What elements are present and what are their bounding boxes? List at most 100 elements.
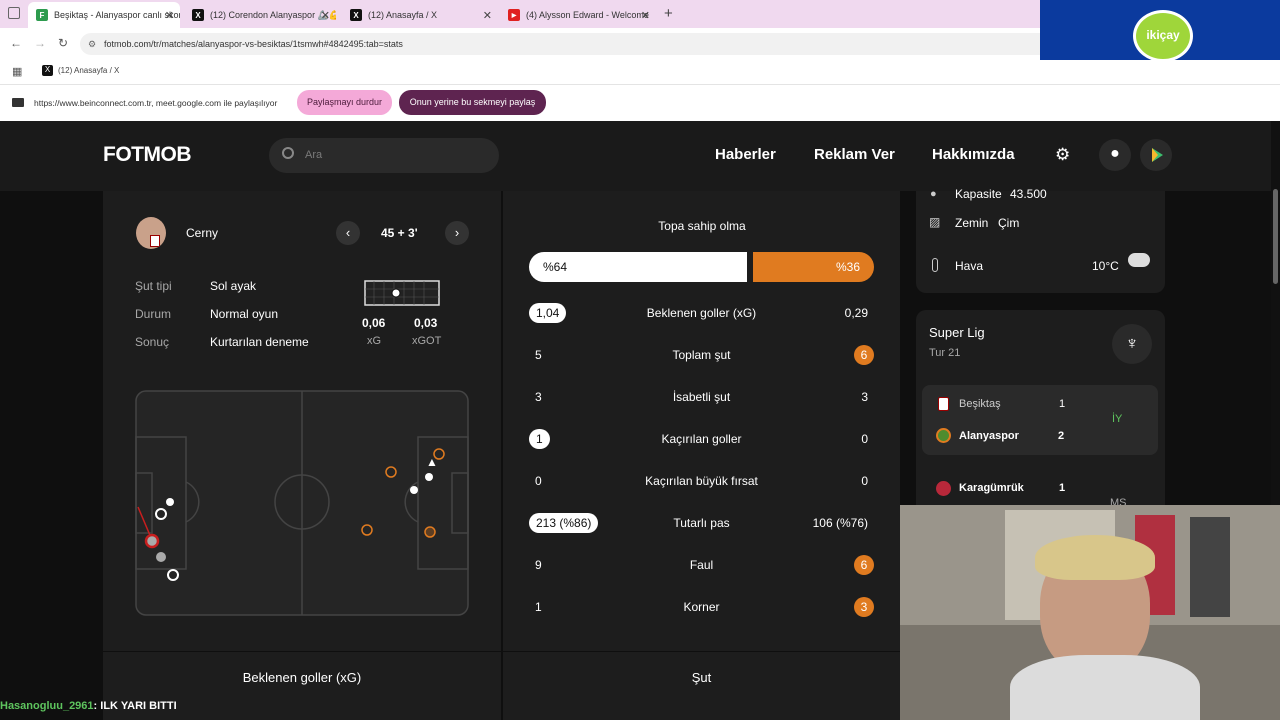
live-match-row[interactable]: [922, 385, 1158, 455]
x-favicon-icon: X: [192, 9, 204, 21]
capacity-icon: ●: [930, 188, 937, 200]
stat-row: Toplam şut 5 6: [529, 345, 874, 365]
tab-search-icon[interactable]: [8, 7, 20, 19]
result-value: Kurtarılan deneme: [210, 335, 309, 349]
sponsor-logo: ikiçay: [1146, 28, 1180, 42]
stat-row: Beklenen goller (xG) 1,04 0,29: [529, 303, 874, 323]
nav-about[interactable]: Hakkımızda: [932, 146, 1015, 163]
home-stat-value: 1: [529, 429, 550, 449]
site-header: [0, 121, 1280, 191]
site-info-icon[interactable]: ⚙: [88, 33, 96, 55]
close-icon[interactable]: ✕: [641, 9, 650, 22]
stat-label: Toplam şut: [672, 348, 731, 362]
stat-row: Faul 9 6: [529, 555, 874, 575]
xgot-label: xGOT: [412, 335, 442, 347]
youtube-favicon-icon: ▶: [508, 9, 520, 21]
home-team: Beşiktaş: [959, 398, 1001, 410]
stat-row: Tutarlı pas 213 (%86) 106 (%76): [529, 513, 874, 533]
away-stat-value: 3: [861, 390, 868, 404]
settings-gear-icon[interactable]: ⚙: [1055, 145, 1070, 165]
search-input[interactable]: Ara: [269, 138, 499, 173]
new-tab-icon[interactable]: +: [664, 5, 673, 22]
tab-title: Beşiktaş - Alanyaspor canlı skor: [54, 10, 180, 20]
surface-icon: ▨: [929, 215, 941, 229]
tab-title: (4) Alysson Edward - Welcome: [526, 10, 649, 20]
player-name: Cerny: [186, 226, 219, 240]
away-score: 2: [1058, 430, 1065, 442]
search-icon: [282, 147, 294, 159]
stat-row: İsabetli şut 3 3: [529, 387, 874, 407]
fotmob-logo[interactable]: FOTMOB: [103, 143, 191, 167]
shot-type-label: Şut tipi: [135, 279, 172, 293]
xg-section-title: Beklenen goller (xG): [242, 670, 362, 685]
thermometer-icon: [932, 258, 938, 272]
league-name[interactable]: Super Lig: [929, 325, 985, 340]
stop-sharing-button[interactable]: Paylaşmayı durdur: [297, 90, 392, 115]
shot-type-value: Sol ayak: [210, 279, 257, 293]
fotmob-favicon-icon: F: [36, 9, 48, 21]
away-stat-value: 106 (%76): [812, 516, 868, 530]
home-team: Karagümrük: [959, 482, 1024, 494]
nav-advertise[interactable]: Reklam Ver: [814, 146, 895, 163]
close-icon[interactable]: ✕: [483, 9, 492, 22]
possession-title: Topa sahip olma: [658, 219, 746, 233]
shot-marker: [156, 552, 166, 562]
capacity-value: 43.500: [1010, 187, 1047, 201]
pitch-shot-map: [135, 390, 469, 616]
apps-grid-icon[interactable]: ▦: [12, 65, 22, 78]
browser-tab[interactable]: F Beşiktaş - Alanyaspor canlı skor ✕: [28, 2, 180, 28]
possession-home-bar: %64: [529, 252, 747, 282]
goal-marker: [166, 498, 174, 506]
goal-marker: [425, 473, 433, 481]
close-icon[interactable]: ✕: [321, 9, 330, 22]
away-team: Alanyaspor: [959, 430, 1019, 442]
home-stat-value: 1,04: [529, 303, 567, 323]
shots-section-title: Şut: [691, 670, 712, 685]
webcam-overlay: [900, 505, 1280, 720]
previous-shot-button[interactable]: ‹: [336, 221, 360, 245]
chat-text: : ILK YARI BITTI: [93, 700, 177, 712]
stat-row: Kaçırılan büyük fırsat 0 0: [529, 471, 874, 491]
next-shot-button[interactable]: ›: [445, 221, 469, 245]
away-stat-value: 0,29: [844, 306, 868, 320]
share-status-text: https://www.beinconnect.com.tr, meet.goo…: [34, 98, 278, 108]
xg-label: xG: [367, 335, 382, 347]
home-stat-value: 213 (%86): [529, 513, 599, 533]
possession-home-value: %64: [543, 260, 568, 274]
weather-label: Hava: [955, 259, 984, 273]
stat-label: Kaçırılan büyük fırsat: [645, 474, 758, 488]
reload-icon[interactable]: ↻: [58, 36, 68, 50]
away-stat-value: 6: [854, 345, 874, 365]
url-text: fotmob.com/tr/matches/alanyaspor-vs-besi…: [104, 39, 403, 49]
alanyaspor-crest-icon: [936, 428, 951, 443]
super-lig-logo-icon: ♆: [1112, 324, 1152, 364]
league-round: Tur 21: [929, 347, 961, 359]
browser-tab[interactable]: X (12) Anasayfa / X ✕: [342, 2, 498, 28]
stat-label: Kaçırılan goller: [661, 432, 742, 446]
google-play-icon[interactable]: [1140, 139, 1172, 171]
browser-tab[interactable]: X (12) Corendon Alanyaspor 🦾💪 ✕: [184, 2, 336, 28]
browser-tab[interactable]: ▶ (4) Alysson Edward - Welcome ✕: [500, 2, 656, 28]
stat-label: Beklenen goller (xG): [646, 306, 757, 320]
back-icon[interactable]: ←: [10, 36, 22, 50]
home-score: 1: [1059, 398, 1066, 410]
away-stat-value: 0: [861, 432, 868, 446]
result-label: Sonuç: [135, 335, 170, 349]
apple-store-icon[interactable]: ●: [1099, 139, 1131, 171]
url-bar[interactable]: ⚙ fotmob.com/tr/matches/alanyaspor-vs-be…: [80, 33, 1040, 55]
nav-news[interactable]: Haberler: [715, 146, 776, 163]
home-stat-value: 0: [535, 474, 542, 488]
share-this-tab-button[interactable]: Onun yerine bu sekmeyi paylaş: [399, 90, 546, 115]
away-stat-value: 0: [861, 474, 868, 488]
forward-icon[interactable]: →: [34, 36, 46, 50]
selected-shot-marker: [144, 533, 160, 549]
shots-section: [503, 652, 900, 720]
goal-frame-icon: [364, 280, 440, 306]
close-icon[interactable]: ✕: [165, 9, 174, 22]
xg-value: 0,06: [362, 316, 386, 330]
possession-away-bar: %36: [753, 252, 874, 282]
tab-strip: F Beşiktaş - Alanyaspor canlı skor ✕ X (…: [0, 0, 1040, 28]
besiktas-crest-icon: [938, 397, 949, 411]
bookmark-item[interactable]: (12) Anasayfa / X: [58, 66, 119, 75]
stat-row: Kaçırılan goller 1 0: [529, 429, 874, 449]
